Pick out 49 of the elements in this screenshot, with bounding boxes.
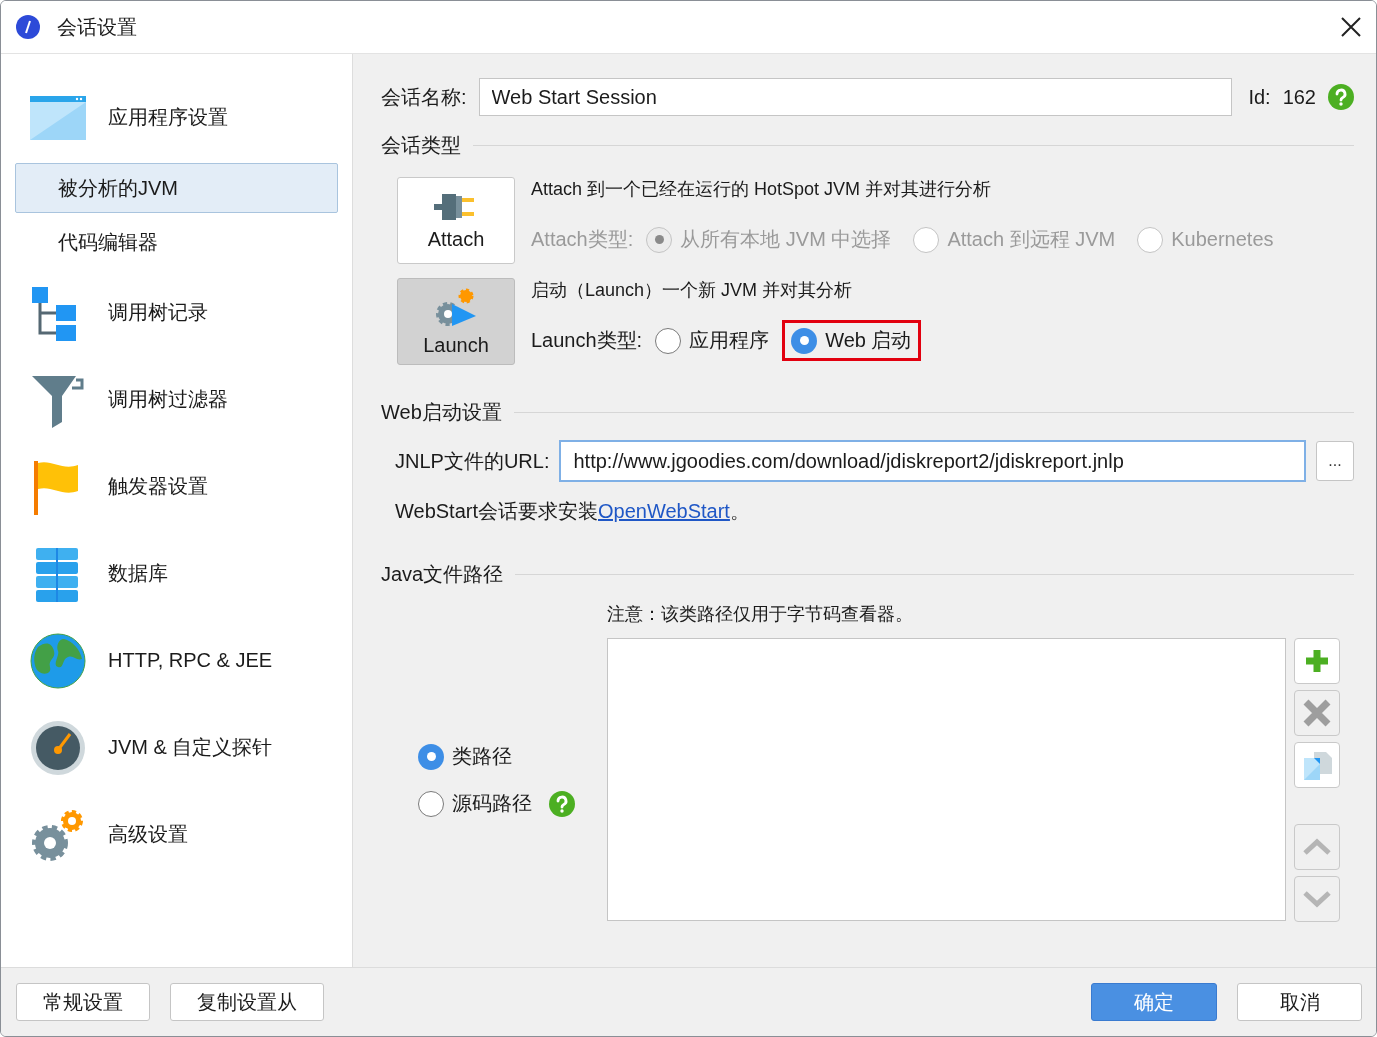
section-title: Java文件路径 xyxy=(381,562,504,587)
globe-icon xyxy=(30,632,86,689)
field-label: 会话名称: xyxy=(381,84,467,110)
close-icon[interactable] xyxy=(1340,16,1362,38)
id-label: Id: xyxy=(1248,85,1271,109)
sidebar-item[interactable]: HTTP, RPC & JEE xyxy=(15,617,338,704)
cancel-button[interactable]: 取消 xyxy=(1237,983,1362,1021)
sidebar-item[interactable]: 被分析的JVM xyxy=(15,163,338,213)
chevron-up-icon xyxy=(1302,838,1332,856)
type-radio[interactable]: 应用程序 xyxy=(646,320,779,361)
window-title: 会话设置 xyxy=(57,14,138,40)
sidebar-item[interactable]: 触发器设置 xyxy=(15,443,338,530)
mode-description: Attach 到一个已经在运行的 HotSpot JVM 并对其进行分析 xyxy=(531,178,993,201)
sidebar-item[interactable]: 数据库 xyxy=(15,530,338,617)
sidebar-item[interactable]: 高级设置 xyxy=(15,791,338,878)
sidebar-item[interactable]: JVM & 自定义探针 xyxy=(15,704,338,791)
sidebar-item[interactable]: 应用程序设置 xyxy=(15,74,338,161)
type-label: Launch类型: xyxy=(531,328,643,353)
sidebar-item[interactable]: 代码编辑器 xyxy=(15,217,338,267)
copy-button[interactable] xyxy=(1294,742,1340,788)
field-label: JNLP文件的URL: xyxy=(395,448,550,474)
mode-description: 启动（Launch）一个新 JVM 并对其分析 xyxy=(531,279,854,302)
plus-icon xyxy=(1304,648,1330,674)
path-note: 注意：该类路径仅用于字节码查看器。 xyxy=(607,603,914,626)
session-name-field[interactable]: Web Start Session xyxy=(478,78,1233,116)
path-radio[interactable]: 源码路径 xyxy=(409,783,541,824)
section-title: Web启动设置 xyxy=(381,400,502,425)
type-radio[interactable]: Web 启动 xyxy=(782,320,921,361)
sidebar-item[interactable]: 调用树过滤器 xyxy=(15,356,338,443)
url-field[interactable]: http://www.jgoodies.com/download/jdiskreport2/jdiskreport.jnlp xyxy=(559,440,1306,482)
id-value: 162 xyxy=(1282,85,1316,109)
cross-icon xyxy=(1303,699,1331,727)
gauge-icon xyxy=(30,719,86,776)
help-icon[interactable] xyxy=(1328,84,1354,110)
section-title: 会话类型 xyxy=(381,133,461,158)
browse-button[interactable]: ... xyxy=(1316,441,1354,481)
documents-icon xyxy=(1302,750,1332,780)
openwebstart-link[interactable]: OpenWebStart xyxy=(598,500,730,522)
sidebar-item[interactable]: 调用树记录 xyxy=(15,269,338,356)
install-note: WebStart会话要求安装OpenWebStart。 xyxy=(394,499,751,524)
mode-button[interactable]: Launch xyxy=(397,278,515,365)
chevron-down-icon xyxy=(1302,890,1332,908)
help-icon[interactable] xyxy=(549,790,575,817)
app-logo-icon xyxy=(15,14,41,40)
type-label: Attach类型: xyxy=(531,227,634,252)
footer-button[interactable]: 常规设置 xyxy=(16,983,150,1021)
path-radio[interactable]: 类路径 xyxy=(409,736,521,777)
footer-button[interactable]: 复制设置从 xyxy=(170,983,324,1021)
add-button[interactable] xyxy=(1294,638,1340,684)
